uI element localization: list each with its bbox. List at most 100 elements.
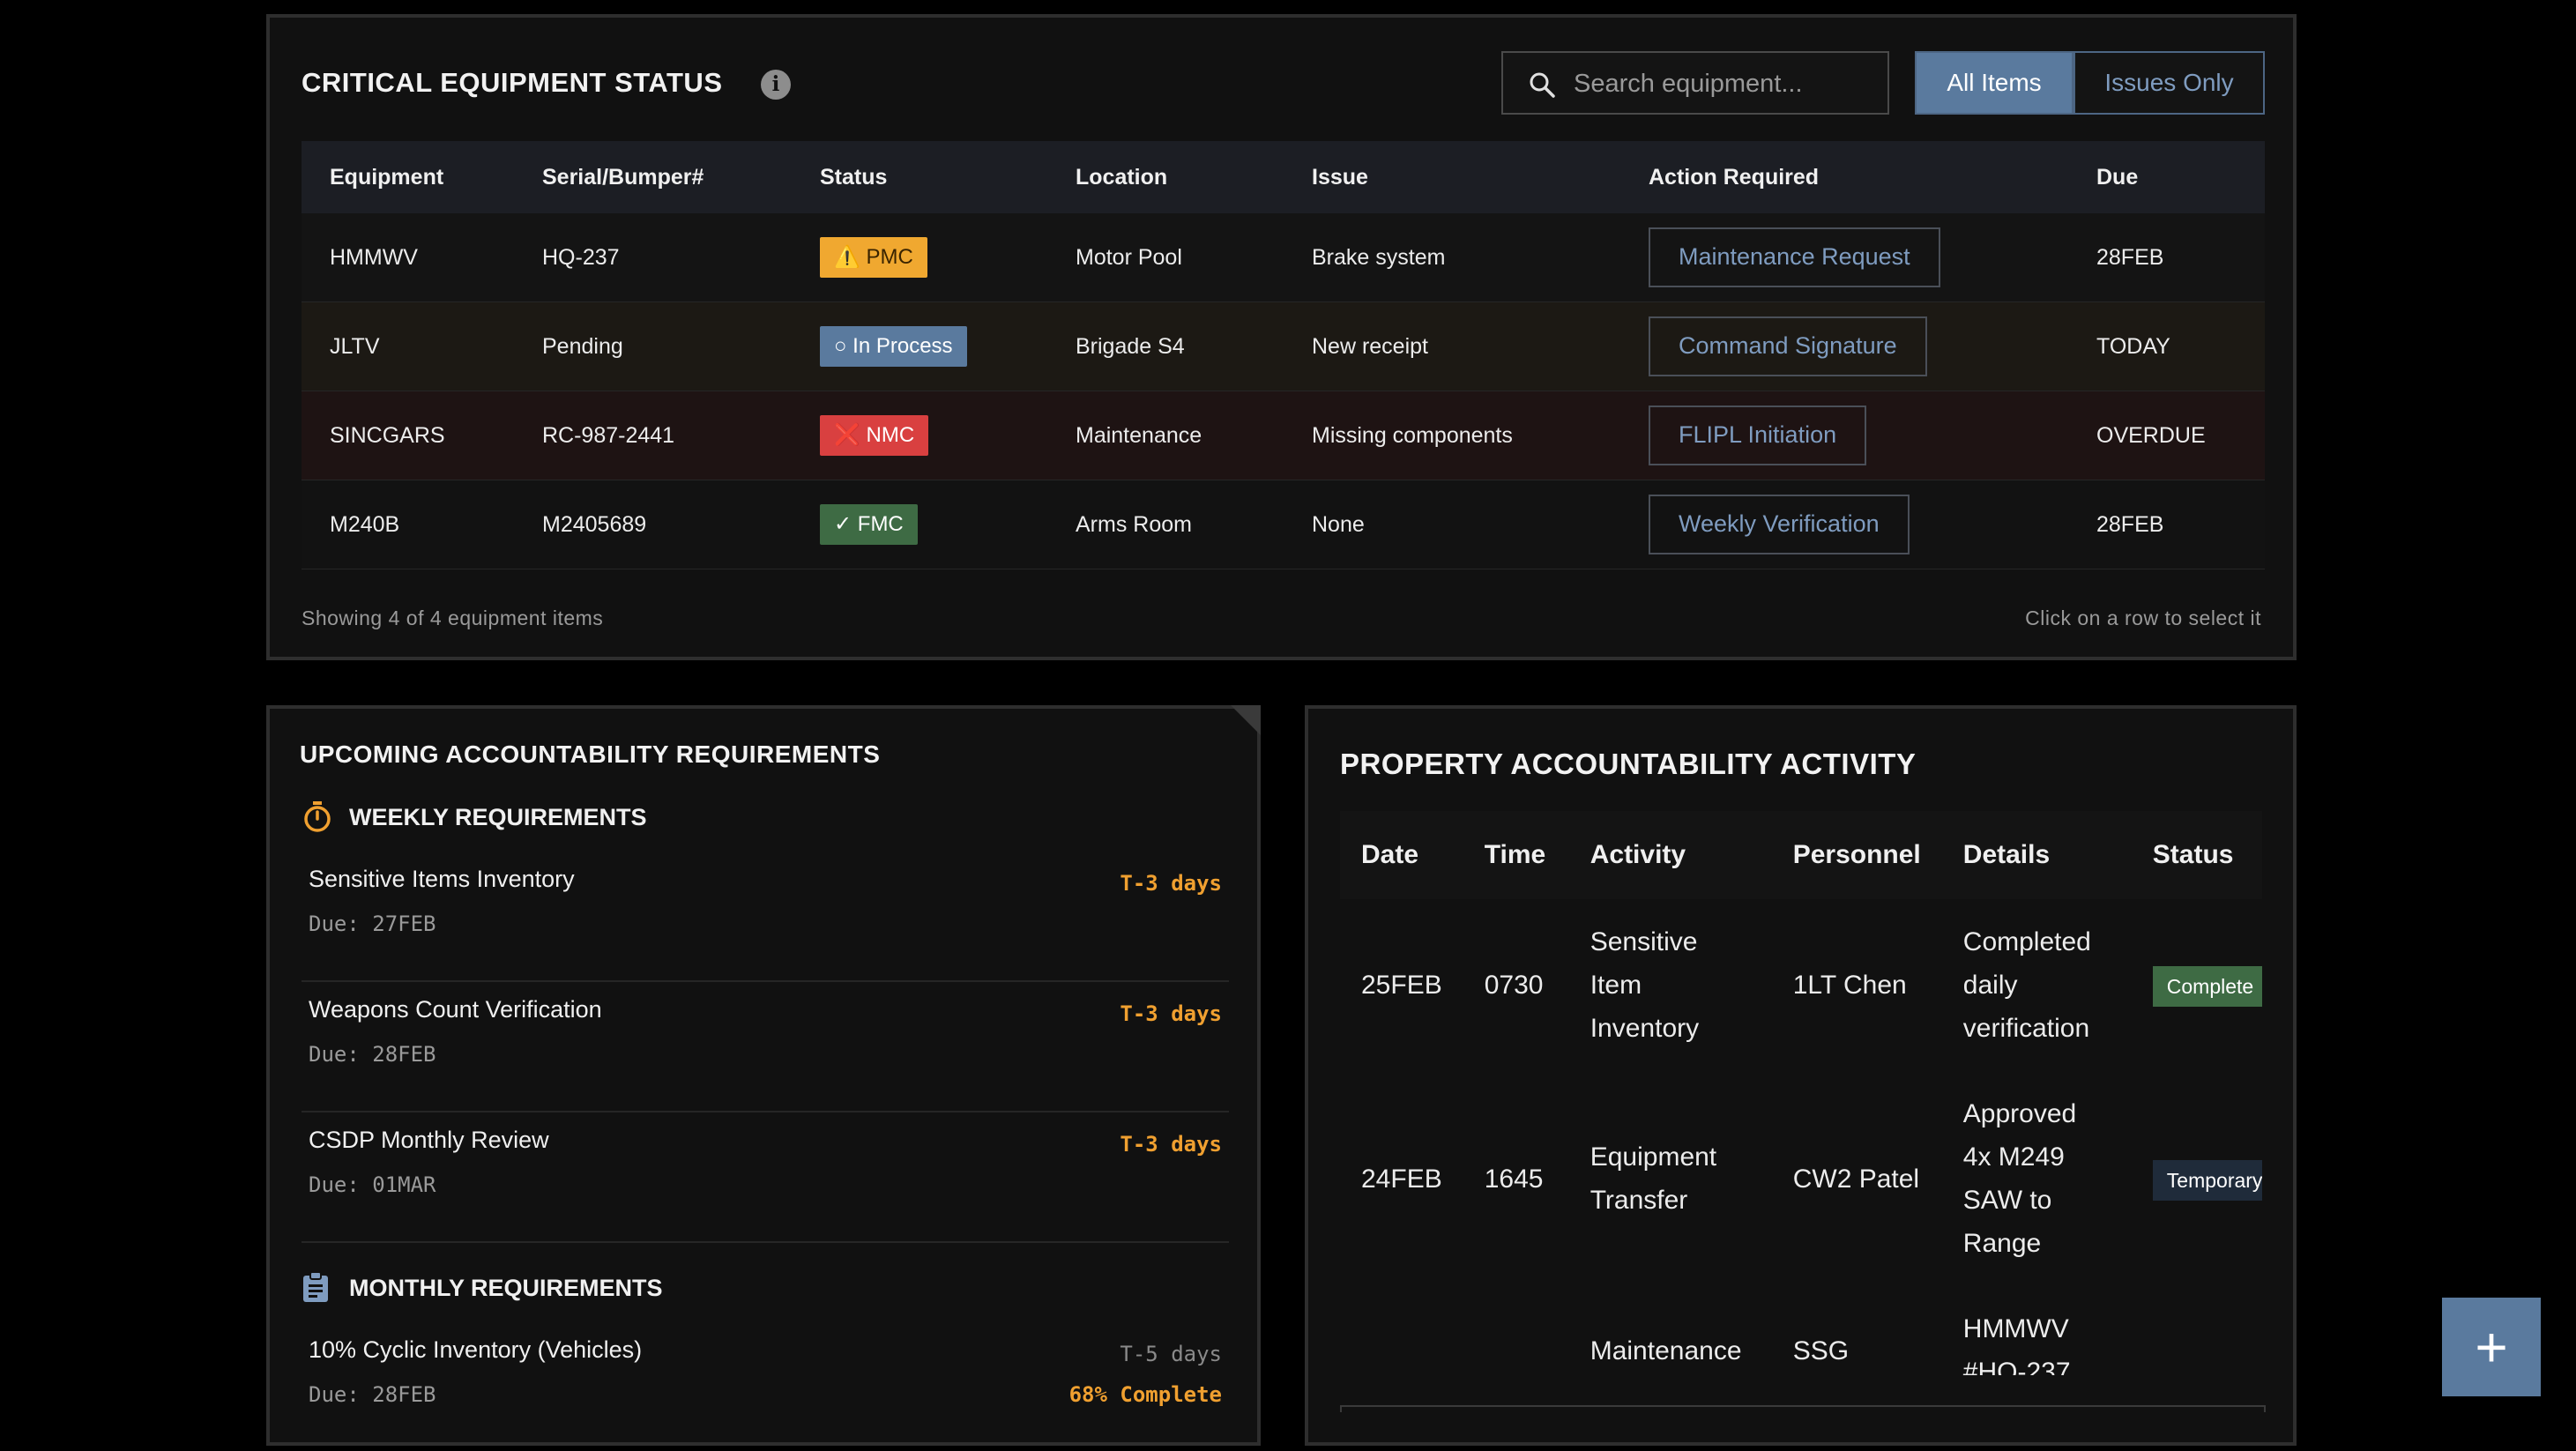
column-header[interactable]: Date (1340, 811, 1463, 899)
requirement-name: CSDP Monthly Review (309, 1127, 549, 1153)
cell-issue: Missing components (1284, 391, 1620, 480)
column-header[interactable]: Time (1463, 811, 1569, 899)
cell-location: Arms Room (1047, 480, 1284, 569)
equipment-table: Equipment Serial/Bumper# Status Location… (302, 141, 2265, 569)
cell-details: Completed daily verification (1962, 927, 2091, 1043)
equipment-status-panel: CRITICAL EQUIPMENT STATUS i All Items Is… (266, 14, 2297, 660)
cell-action: FLIPL Initiation (1620, 391, 2068, 480)
maintenance-request-button[interactable]: Maintenance Request (1649, 227, 1940, 287)
cell-action: Command Signature (1620, 301, 2068, 391)
equipment-panel-title: CRITICAL EQUIPMENT STATUS (302, 67, 723, 98)
cell-details: Approved 4x M249 SAW to Range (1962, 1099, 2077, 1258)
column-header[interactable]: Due (2068, 141, 2265, 213)
cell-time (1463, 1286, 1569, 1375)
column-header[interactable]: Serial/Bumper# (514, 141, 792, 213)
column-header[interactable]: Status (792, 141, 1047, 213)
activity-table-scroll[interactable]: Date Time Activity Personnel Details Sta… (1340, 811, 2262, 1375)
status-badge: Temporary (2152, 1159, 2262, 1201)
weekly-heading-label: WEEKLY REQUIREMENTS (349, 804, 647, 830)
table-header-row: Equipment Serial/Bumper# Status Location… (302, 141, 2265, 213)
weekly-verification-button[interactable]: Weekly Verification (1649, 495, 1910, 554)
column-header[interactable]: Details (1941, 811, 2132, 899)
column-header[interactable]: Activity (1568, 811, 1772, 899)
requirement-due: Due: 28FEB (309, 1042, 436, 1067)
column-header[interactable]: Issue (1284, 141, 1620, 213)
activity-panel-title: PROPERTY ACCOUNTABILITY ACTIVITY (1340, 748, 1917, 780)
table-row[interactable]: HMMWV HQ-237 ⚠️ PMC Motor Pool Brake sys… (302, 213, 2265, 302)
table-row[interactable]: JLTV Pending ○ In Process Brigade S4 New… (302, 301, 2265, 391)
cell-location: Maintenance (1047, 391, 1284, 480)
cell-due: 28FEB (2068, 213, 2265, 302)
cell-equipment: JLTV (302, 301, 514, 391)
add-button[interactable]: + (2442, 1298, 2541, 1396)
upcoming-panel-title: UPCOMING ACCOUNTABILITY REQUIREMENTS (300, 740, 881, 768)
table-row[interactable]: SINCGARS RC-987-2441 ❌ NMC Maintenance M… (302, 391, 2265, 480)
cell-serial: HQ-237 (514, 213, 792, 302)
table-footer-count: Showing 4 of 4 equipment items (302, 606, 604, 629)
flipl-initiation-button[interactable]: FLIPL Initiation (1649, 406, 1867, 465)
cell-personnel: SSG (1792, 1336, 1850, 1365)
cell-date (1340, 1286, 1463, 1375)
panel-corner-decoration (1231, 705, 1261, 735)
table-row[interactable]: Maintenance SSG HMMWV #HQ-237 (1340, 1286, 2262, 1375)
monthly-heading-label: MONTHLY REQUIREMENTS (349, 1275, 663, 1301)
clipboard-icon (303, 1271, 328, 1302)
cell-status: ⚠️ PMC (792, 213, 1047, 302)
cell-serial: Pending (514, 301, 792, 391)
command-signature-button[interactable]: Command Signature (1649, 316, 1927, 376)
stopwatch-icon (304, 801, 331, 832)
table-row[interactable]: 25FEB 0730 Sensitive Item Inventory 1LT … (1340, 899, 2262, 1071)
status-badge: ❌ NMC (820, 415, 929, 456)
cell-serial: RC-987-2441 (514, 391, 792, 480)
activity-footer-edge (1340, 1405, 2266, 1412)
search-input[interactable] (1572, 65, 1866, 102)
requirement-due: Due: 27FEB (309, 912, 436, 936)
column-header[interactable]: Equipment (302, 141, 514, 213)
table-row[interactable]: 24FEB 1645 Equipment Transfer CW2 Patel … (1340, 1071, 2262, 1286)
status-badge: Complete (2152, 966, 2262, 1007)
requirement-item[interactable]: Sensitive Items Inventory Due: 27FEB T-3… (302, 850, 1229, 982)
info-icon[interactable]: i (761, 70, 791, 100)
requirement-name: Weapons Count Verification (309, 996, 602, 1023)
status-badge: ✓ FMC (820, 504, 918, 545)
filter-all-items-button[interactable]: All Items (1915, 51, 2073, 115)
requirement-countdown: T-3 days (1120, 1001, 1222, 1026)
search-box[interactable] (1501, 51, 1889, 115)
cell-due: OVERDUE (2068, 391, 2265, 480)
cell-personnel: 1LT Chen (1792, 971, 1907, 1000)
cell-location: Motor Pool (1047, 213, 1284, 302)
cell-date: 25FEB (1361, 971, 1442, 1000)
cell-equipment: M240B (302, 480, 514, 569)
cell-issue: Brake system (1284, 213, 1620, 302)
requirement-progress: 68% Complete (1068, 1382, 1222, 1407)
requirement-name: 10% Cyclic Inventory (Vehicles) (309, 1336, 643, 1363)
cell-time: 0730 (1484, 971, 1544, 1000)
cell-issue: None (1284, 480, 1620, 569)
search-icon (1530, 72, 1555, 98)
column-header[interactable]: Status (2131, 811, 2262, 899)
cell-status: Complete (2132, 899, 2262, 1071)
requirement-item[interactable]: 10% Cyclic Inventory (Vehicles) Due: 28F… (302, 1321, 1229, 1451)
cell-due: TODAY (2068, 301, 2265, 391)
table-header-row: Date Time Activity Personnel Details Sta… (1340, 811, 2262, 899)
column-header[interactable]: Location (1047, 141, 1284, 213)
filter-issues-only-button[interactable]: Issues Only (2073, 51, 2265, 115)
cell-status: ❌ NMC (792, 391, 1047, 480)
cell-date: 24FEB (1361, 1164, 1442, 1194)
cell-activity: Sensitive Item Inventory (1590, 927, 1700, 1043)
table-row[interactable]: M240B M2405689 ✓ FMC Arms Room None Week… (302, 480, 2265, 569)
requirement-due: Due: 28FEB (309, 1382, 436, 1407)
cell-action: Maintenance Request (1620, 213, 2068, 302)
cell-status: ○ In Process (792, 301, 1047, 391)
cell-status (2132, 1286, 2262, 1375)
cell-serial: M2405689 (514, 480, 792, 569)
requirement-item[interactable]: Weapons Count Verification Due: 28FEB T-… (302, 980, 1229, 1112)
requirement-countdown: T-3 days (1120, 871, 1222, 896)
cell-activity: Equipment Transfer (1590, 1142, 1717, 1215)
requirement-name: Sensitive Items Inventory (309, 866, 575, 892)
activity-panel: PROPERTY ACCOUNTABILITY ACTIVITY Date Ti… (1305, 705, 2297, 1446)
column-header[interactable]: Action Required (1620, 141, 2068, 213)
column-header[interactable]: Personnel (1771, 811, 1942, 899)
requirement-item[interactable]: CSDP Monthly Review Due: 01MAR T-3 days (302, 1111, 1229, 1243)
requirement-due: Due: 01MAR (309, 1172, 436, 1197)
